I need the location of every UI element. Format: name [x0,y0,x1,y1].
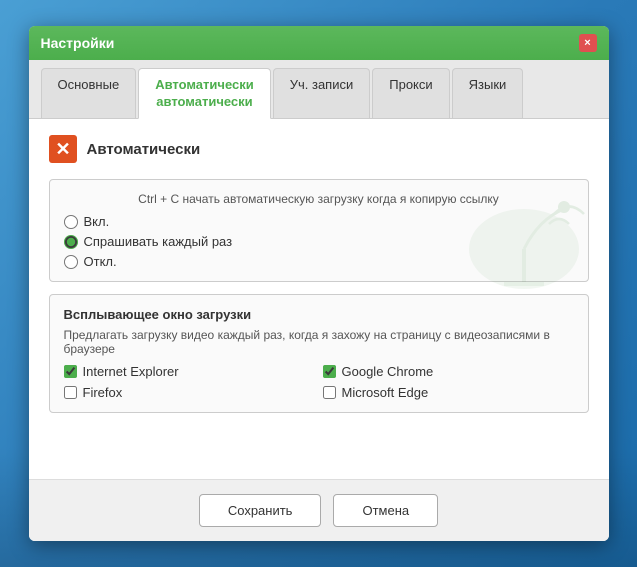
section-title: Автоматически [87,141,201,158]
popup-card-desc: Предлагать загрузку видео каждый раз, ко… [64,328,574,356]
svg-text:✕: ✕ [55,139,70,159]
tab-content: ✕ Автоматически Ctrl + C начать автомати… [29,119,609,479]
browser-checkbox-grid: Internet Explorer Google Chrome Firefox … [64,364,574,400]
checkbox-firefox-input[interactable] [64,386,77,399]
radio-ask-input[interactable] [64,235,78,249]
checkbox-chrome-label: Google Chrome [342,364,434,379]
radio-on-label: Вкл. [84,214,110,229]
tab-proxy[interactable]: Прокси [372,68,449,119]
settings-dialog: Настройки × Основные Автоматическиавтома… [29,26,609,542]
checkbox-chrome[interactable]: Google Chrome [323,364,574,379]
section-header: ✕ Автоматически [49,135,589,163]
tab-bar: Основные Автоматическиавтоматически Уч. … [29,60,609,120]
tab-auto[interactable]: Автоматическиавтоматически [138,68,271,120]
radio-off-label: Откл. [84,254,117,269]
dialog-title: Настройки [41,35,115,51]
tab-languages[interactable]: Языки [452,68,524,119]
radio-off-input[interactable] [64,255,78,269]
auto-icon: ✕ [49,135,77,163]
checkbox-edge-label: Microsoft Edge [342,385,429,400]
radio-on-input[interactable] [64,215,78,229]
dialog-footer: Сохранить Отмена [29,479,609,541]
checkbox-edge-input[interactable] [323,386,336,399]
checkbox-firefox[interactable]: Firefox [64,385,315,400]
titlebar: Настройки × [29,26,609,60]
radio-ask-label: Спрашивать каждый раз [84,234,233,249]
checkbox-ie[interactable]: Internet Explorer [64,364,315,379]
checkbox-chrome-input[interactable] [323,365,336,378]
tab-accounts[interactable]: Уч. записи [273,68,371,119]
checkbox-ie-input[interactable] [64,365,77,378]
close-button[interactable]: × [579,34,597,52]
checkbox-ie-label: Internet Explorer [83,364,179,379]
satellite-watermark [449,169,589,328]
cancel-button[interactable]: Отмена [333,494,438,527]
checkbox-firefox-label: Firefox [83,385,123,400]
save-button[interactable]: Сохранить [199,494,322,527]
checkbox-edge[interactable]: Microsoft Edge [323,385,574,400]
dialog-body: Основные Автоматическиавтоматически Уч. … [29,60,609,542]
tab-basic[interactable]: Основные [41,68,137,119]
